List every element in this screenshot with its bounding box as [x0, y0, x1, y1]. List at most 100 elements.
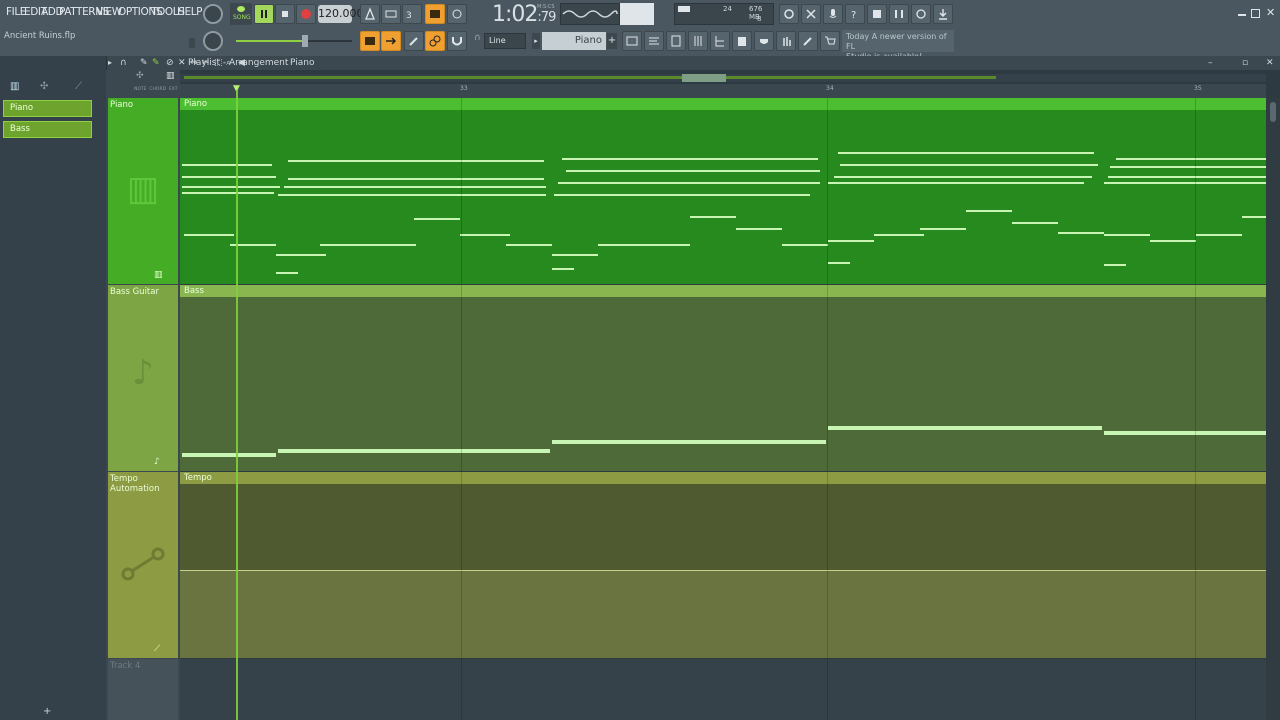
playlist-close-icon[interactable]: ✕	[1266, 56, 1274, 70]
tab-audio-icon[interactable]: ✣	[40, 81, 48, 92]
playlist-menu-arrow-icon[interactable]: ▸	[108, 56, 112, 70]
mixer-button[interactable]	[889, 4, 909, 24]
piano-note	[966, 210, 1012, 212]
cart-button[interactable]	[820, 31, 840, 51]
bar-line	[461, 472, 462, 658]
wait-for-input-button[interactable]	[381, 4, 401, 24]
track-tool-icon[interactable]: ✣	[136, 71, 144, 81]
piano-note	[552, 268, 574, 270]
piano-note	[1104, 234, 1150, 236]
plugin-button[interactable]	[754, 31, 774, 51]
clip-tempo[interactable]: Tempo	[180, 472, 1266, 658]
track-header-bass[interactable]: Bass Guitar ♪ ♪	[108, 285, 178, 471]
step-edit-button[interactable]	[425, 4, 445, 24]
master-slider-track[interactable]	[236, 35, 352, 47]
track-piano-icon[interactable]: ▥	[166, 71, 175, 81]
song-mode-toggle[interactable]: SONG	[230, 3, 252, 25]
record-button[interactable]	[296, 4, 316, 24]
tools-button[interactable]	[801, 4, 821, 24]
metronome-button[interactable]	[360, 4, 380, 24]
pattern-selector[interactable]: Piano	[542, 32, 606, 50]
vertical-scrollbar[interactable]	[1266, 98, 1280, 720]
close-icon[interactable]: ✕	[1266, 6, 1275, 19]
loop-record-button[interactable]	[447, 4, 467, 24]
cpu-button[interactable]	[779, 4, 799, 24]
pattern-mode-button[interactable]	[360, 31, 380, 51]
song-mode-label: SONG	[233, 14, 251, 21]
scrollbar-thumb[interactable]	[1270, 102, 1276, 122]
play-button[interactable]	[254, 4, 274, 24]
pencil-tool-icon[interactable]: ✎	[140, 56, 148, 70]
playhead[interactable]	[236, 90, 238, 720]
overview-handle[interactable]	[682, 74, 726, 82]
piano-note	[690, 216, 736, 218]
metronome-icon	[365, 7, 375, 20]
playlist-breadcrumb-item[interactable]: Piano	[290, 56, 314, 70]
piano-note	[840, 164, 1098, 166]
master-volume-knob[interactable]	[203, 4, 223, 24]
playlist-restore-icon[interactable]: ▫	[1242, 56, 1248, 70]
piano-roll-button[interactable]	[644, 31, 664, 51]
arrow-button[interactable]	[381, 31, 401, 51]
master-slider-handle[interactable]	[302, 35, 308, 47]
save-icon	[873, 10, 881, 18]
output-meter	[620, 3, 654, 25]
playlist-button[interactable]	[622, 31, 642, 51]
brush-tool-icon[interactable]: ✎	[152, 56, 160, 70]
stop-button[interactable]	[275, 4, 295, 24]
browser-button[interactable]	[710, 31, 730, 51]
piano-note	[288, 160, 544, 162]
maximize-icon[interactable]	[1251, 9, 1260, 18]
magnet-snap-icon[interactable]: ∩	[120, 56, 127, 70]
add-track-icon[interactable]: +	[43, 706, 51, 717]
track-header-piano[interactable]: Piano ▥ ▥	[108, 98, 178, 284]
piano-note	[558, 182, 820, 184]
mute-tool-icon[interactable]: ✕	[178, 56, 186, 70]
countdown-button[interactable]: 3	[402, 4, 422, 24]
bar-line	[1195, 659, 1196, 720]
bar-line	[827, 285, 828, 471]
overview-strip[interactable]	[180, 74, 1266, 82]
picker-item-piano[interactable]: Piano	[3, 100, 92, 117]
piano-note	[828, 240, 874, 242]
add-pattern-icon[interactable]: +	[607, 33, 617, 49]
save-button[interactable]	[867, 4, 887, 24]
playlist-minimize-icon[interactable]: –	[1208, 56, 1213, 70]
delete-tool-icon[interactable]: ⊘	[166, 56, 174, 70]
minimize-icon[interactable]	[1238, 14, 1246, 16]
help-button[interactable]: ?	[845, 4, 865, 24]
microphone-button[interactable]	[823, 4, 843, 24]
master-pitch-knob[interactable]	[203, 31, 223, 51]
track-4-lane[interactable]	[180, 659, 1266, 720]
draw-mode-button[interactable]	[404, 31, 424, 51]
mixer-window-button[interactable]	[688, 31, 708, 51]
magnet-button[interactable]	[447, 31, 467, 51]
piano-note	[1150, 240, 1196, 242]
bass-note	[552, 440, 826, 444]
tab-automation-icon[interactable]: ⟋	[75, 81, 82, 92]
chat-button[interactable]	[911, 4, 931, 24]
touch-button[interactable]	[776, 31, 796, 51]
bar-line	[827, 472, 828, 658]
download-button[interactable]	[933, 4, 953, 24]
link-button[interactable]	[425, 31, 445, 51]
clip-bass[interactable]: Bass	[180, 285, 1266, 471]
clip-piano[interactable]: Piano	[180, 98, 1268, 284]
picker-item-bass[interactable]: Bass	[3, 121, 92, 138]
clipboard-button[interactable]	[732, 31, 752, 51]
channel-rack-button[interactable]	[666, 31, 686, 51]
menu-help[interactable]: HELP	[177, 6, 203, 18]
update-notice[interactable]: Today A newer version of FL Studio is av…	[842, 30, 954, 61]
tools-wrench-button[interactable]	[798, 31, 818, 51]
playlist-icon	[626, 36, 638, 46]
guitar-small-icon: ♪	[154, 457, 160, 467]
tempo-display[interactable]: 120.000	[318, 5, 364, 23]
piano-note	[284, 186, 546, 188]
tab-patterns-icon[interactable]: ▥	[10, 81, 19, 92]
track-header-tempo[interactable]: Tempo Automation ⟋	[108, 472, 178, 658]
pattern-prev-icon[interactable]: ▸	[532, 33, 540, 49]
snap-selector[interactable]: Line	[484, 33, 526, 49]
mode-led-icon	[237, 6, 245, 12]
track-header-4[interactable]: Track 4	[108, 659, 178, 720]
timeline-ruler[interactable]: ▼ 33 34 35	[180, 84, 1266, 98]
